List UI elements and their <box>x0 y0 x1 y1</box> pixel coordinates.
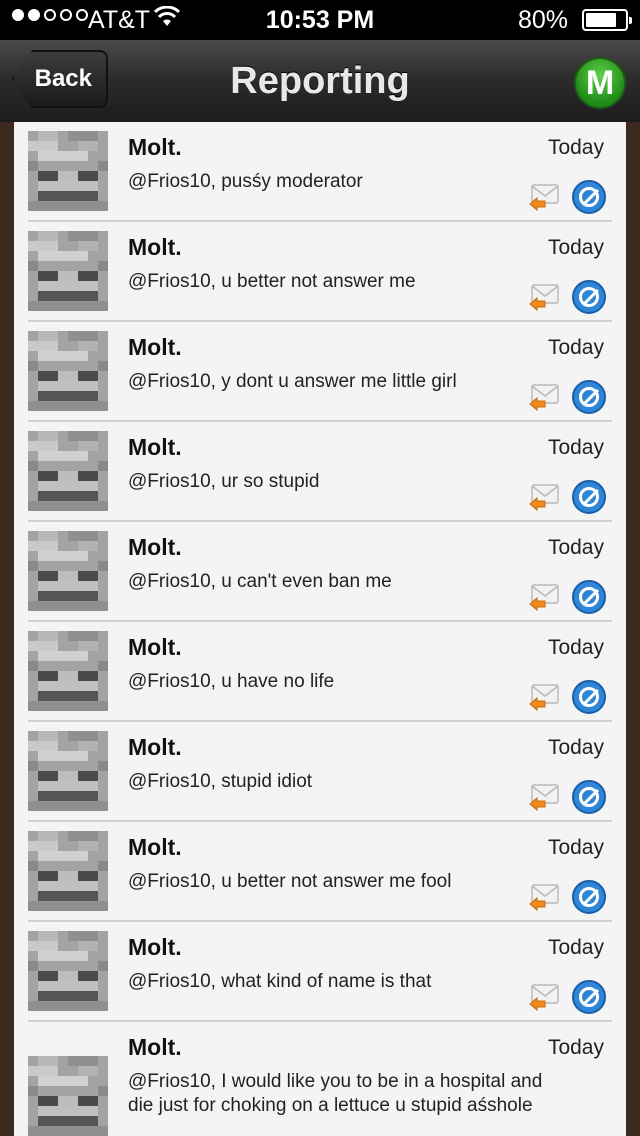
block-icon[interactable] <box>572 480 606 514</box>
message-time: Today <box>547 336 604 359</box>
m-menu-button[interactable]: M <box>574 57 626 109</box>
avatar[interactable] <box>28 431 108 511</box>
background-edge-right <box>626 122 640 1136</box>
battery-icon <box>582 9 632 31</box>
block-icon[interactable] <box>572 580 606 614</box>
message-time: Today <box>547 436 604 459</box>
message-time: Today <box>547 536 604 559</box>
back-button[interactable]: Back <box>12 50 108 108</box>
reply-envelope-icon[interactable] <box>528 580 560 612</box>
message-text: @Frios10, ur so stupid <box>128 471 320 492</box>
block-icon[interactable] <box>572 180 606 214</box>
avatar[interactable] <box>28 131 108 211</box>
message-list-item[interactable]: Molt. Today @Frios10, pusśy moderator <box>14 122 626 222</box>
message-author: Molt. <box>128 134 182 160</box>
battery-percent: 80% <box>517 6 568 34</box>
message-time: Today <box>547 736 604 759</box>
message-text: @Frios10, I would like you to be in a ho… <box>128 1071 543 1116</box>
message-author: Molt. <box>128 234 182 260</box>
message-time: Today <box>547 836 604 859</box>
block-icon[interactable] <box>572 880 606 914</box>
avatar[interactable] <box>28 531 108 611</box>
message-author: Molt. <box>128 734 182 760</box>
message-list-item[interactable]: Molt. Today @Frios10, y dont u answer me l… <box>14 322 626 422</box>
message-text: @Frios10, pusśy moderator <box>128 171 363 192</box>
avatar[interactable] <box>28 331 108 411</box>
block-icon[interactable] <box>572 980 606 1014</box>
message-author: Molt. <box>128 1034 182 1060</box>
message-time: Today <box>547 636 604 659</box>
background-edge-left <box>0 122 14 1136</box>
message-text: @Frios10, what kind of name is that <box>128 971 432 992</box>
message-list-item[interactable]: Molt. Today @Frios10, u better not answer … <box>14 222 626 322</box>
avatar[interactable] <box>28 631 108 711</box>
message-text: @Frios10, u have no life <box>128 671 335 692</box>
avatar[interactable] <box>28 231 108 311</box>
message-time: Today <box>547 136 604 159</box>
message-list-item[interactable]: Molt. Today @Frios10, u better not answer … <box>14 822 626 922</box>
message-author: Molt. <box>128 934 182 960</box>
message-list-item[interactable]: Molt. Today @Frios10, u can't even ban me <box>14 522 626 622</box>
reply-envelope-icon[interactable] <box>528 780 560 812</box>
message-text: @Frios10, u better not answer me <box>128 271 416 292</box>
message-list-item[interactable]: Molt. Today @Frios10, stupid idiot <box>14 722 626 822</box>
message-list[interactable]: Molt. Today @Frios10, pusśy moderator Molt… <box>14 122 626 1136</box>
message-time: Today <box>547 1036 604 1059</box>
avatar[interactable] <box>28 1056 108 1136</box>
block-icon[interactable] <box>572 780 606 814</box>
status-bar: AT&T 10:53 PM 80% <box>0 0 640 40</box>
block-icon[interactable] <box>572 280 606 314</box>
reply-envelope-icon[interactable] <box>528 880 560 912</box>
message-list-item[interactable]: Molt. Today @Frios10, ur so stupid <box>14 422 626 522</box>
navigation-bar: Reporting Back M <box>0 40 640 123</box>
message-author: Molt. <box>128 334 182 360</box>
reply-envelope-icon[interactable] <box>528 980 560 1012</box>
reply-envelope-icon[interactable] <box>528 480 560 512</box>
reply-envelope-icon[interactable] <box>528 680 560 712</box>
message-author: Molt. <box>128 434 182 460</box>
message-author: Molt. <box>128 634 182 660</box>
avatar[interactable] <box>28 731 108 811</box>
message-text: @Frios10, u can't even ban me <box>128 571 392 592</box>
message-time: Today <box>547 236 604 259</box>
avatar[interactable] <box>28 831 108 911</box>
message-author: Molt. <box>128 534 182 560</box>
message-list-item[interactable]: Molt. Today @Frios10, what kind of name is… <box>14 922 626 1022</box>
block-icon[interactable] <box>572 380 606 414</box>
message-text: @Frios10, u better not answer me fool <box>128 871 452 892</box>
avatar[interactable] <box>28 931 108 1011</box>
message-text: @Frios10, stupid idiot <box>128 771 313 792</box>
reply-envelope-icon[interactable] <box>528 180 560 212</box>
reply-envelope-icon[interactable] <box>528 280 560 312</box>
message-time: Today <box>547 936 604 959</box>
message-text: @Frios10, y dont u answer me little girl <box>128 371 457 392</box>
block-icon[interactable] <box>572 680 606 714</box>
message-list-item[interactable]: Molt. Today @Frios10, I would like you to … <box>14 1022 626 1136</box>
message-author: Molt. <box>128 834 182 860</box>
reply-envelope-icon[interactable] <box>528 380 560 412</box>
message-list-item[interactable]: Molt. Today @Frios10, u have no life <box>14 622 626 722</box>
